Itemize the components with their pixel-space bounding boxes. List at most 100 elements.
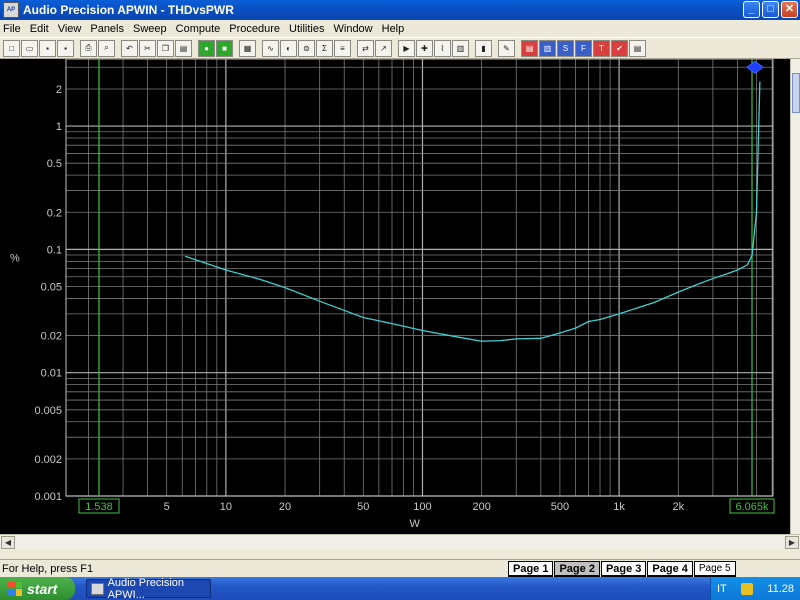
toolbar-separator — [234, 40, 238, 57]
menu-procedure[interactable]: Procedure — [229, 23, 280, 35]
y-axis-label: % — [10, 252, 20, 264]
toolbar-separator — [393, 40, 397, 57]
scroll-right-arrow-icon[interactable]: ▶ — [785, 536, 799, 549]
system-tray: IT 11.28 — [710, 577, 800, 600]
bargraph-icon[interactable]: ▮ — [475, 39, 492, 57]
toolbar-separator — [75, 40, 79, 57]
check-icon[interactable]: ✔ — [611, 39, 628, 57]
status-bar: For Help, press F1 Page 1 Page 2 Page 3 Pag… — [0, 559, 800, 577]
speaker-icon[interactable] — [741, 582, 754, 595]
toolbar-separator — [352, 40, 356, 57]
menu-utilities[interactable]: Utilities — [289, 23, 324, 35]
page-tab-2[interactable]: Page 2 — [554, 561, 600, 577]
page-tab-1[interactable]: Page 1 — [508, 561, 554, 577]
save-all-icon[interactable]: ▪ — [57, 39, 74, 57]
undo-icon[interactable]: ↶ — [121, 39, 138, 57]
clock: 11.28 — [767, 582, 794, 595]
data-icon[interactable]: ▥ — [452, 39, 469, 57]
ap-app-icon — [91, 582, 104, 595]
x-tick-label: 200 — [472, 501, 490, 513]
copy-icon[interactable]: ❐ — [157, 39, 174, 57]
windows-flag-icon — [8, 581, 22, 596]
menu-file[interactable]: File — [3, 23, 21, 35]
menu-compute[interactable]: Compute — [176, 23, 221, 35]
status-message: For Help, press F1 — [2, 563, 94, 575]
stop-icon[interactable]: ■ — [216, 39, 233, 57]
open-icon[interactable]: ▭ — [21, 39, 38, 57]
scroll-left-arrow-icon[interactable]: ◀ — [1, 536, 15, 549]
regulation-icon[interactable]: ✚ — [416, 39, 433, 57]
taskbar: start Audio Precision APWI... IT 11.28 — [0, 577, 800, 600]
generator-icon[interactable]: ∿ — [262, 39, 279, 57]
toolbar-separator — [193, 40, 197, 57]
save-icon[interactable]: ▪ — [39, 39, 56, 57]
x-tick-label: 1k — [613, 501, 625, 513]
plot-frame — [65, 59, 774, 497]
language-indicator[interactable]: IT — [717, 583, 727, 595]
menu-window[interactable]: Window — [334, 23, 373, 35]
cut-icon[interactable]: ✂ — [139, 39, 156, 57]
taskbar-item-apwin[interactable]: Audio Precision APWI... — [86, 576, 211, 600]
paste-icon[interactable]: ▤ — [175, 39, 192, 57]
toolbar-separator — [470, 40, 474, 57]
analyzer-icon[interactable]: ◐ — [280, 39, 297, 57]
y-tick-label: 0.005 — [34, 405, 62, 417]
new-icon[interactable]: □ — [3, 39, 20, 57]
maximize-button[interactable]: □ — [762, 1, 779, 18]
x-tick-label: 100 — [413, 501, 431, 513]
start-button[interactable]: start — [0, 577, 75, 600]
go-icon[interactable]: ● — [198, 39, 215, 57]
x-tick-label: 500 — [551, 501, 569, 513]
menu-edit[interactable]: Edit — [30, 23, 49, 35]
page-tab-3[interactable]: Page 3 — [600, 561, 647, 577]
x-tick-label: 20 — [279, 501, 291, 513]
menu-view[interactable]: View — [58, 23, 82, 35]
ap-app-icon[interactable]: AP — [3, 2, 19, 18]
left-cursor-readout: 1.538 — [85, 501, 113, 513]
vertical-scrollbar[interactable] — [790, 59, 800, 534]
y-tick-label: 2 — [56, 84, 62, 96]
app-window: AP Audio Precision APWIN - THDvsPWR _ □ … — [0, 0, 800, 600]
fft-icon[interactable]: F — [575, 39, 592, 57]
page-tab-5[interactable]: Page 5 — [693, 561, 736, 577]
toolbar-separator — [116, 40, 120, 57]
print-preview-icon[interactable]: ⌕ — [98, 39, 115, 57]
start-label: start — [27, 580, 58, 597]
close-button[interactable]: ✕ — [781, 1, 798, 18]
filter-icon[interactable]: ▦ — [239, 39, 256, 57]
right-cursor-readout: 6.065k — [735, 501, 769, 513]
title-bar[interactable]: AP Audio Precision APWIN - THDvsPWR _ □ … — [0, 0, 800, 20]
tracking-icon[interactable]: ↗ — [375, 39, 392, 57]
print-icon[interactable]: ⎙ — [80, 39, 97, 57]
graph-page-icon[interactable]: ▤ — [521, 39, 538, 57]
menu-panels[interactable]: Panels — [90, 23, 124, 35]
window-title: Audio Precision APWIN - THDvsPWR — [23, 3, 234, 17]
menu-help[interactable]: Help — [382, 23, 405, 35]
switcher-icon[interactable]: ⊜ — [298, 39, 315, 57]
window-controls: _ □ ✕ — [743, 1, 798, 18]
y-tick-label: 0.5 — [47, 158, 62, 170]
edit-icon[interactable]: ✎ — [498, 39, 515, 57]
graph-panel[interactable]: 210.50.20.10.050.020.010.0050.0020.00125… — [0, 59, 790, 534]
x-tick-label: 10 — [220, 501, 232, 513]
x-tick-label: 50 — [357, 501, 369, 513]
vertical-scroll-thumb[interactable] — [792, 73, 800, 113]
minimize-button[interactable]: _ — [743, 1, 760, 18]
cursor-marker-icon[interactable] — [746, 60, 764, 74]
report-icon[interactable]: ▤ — [629, 39, 646, 57]
snr-icon[interactable]: S — [557, 39, 574, 57]
menu-sweep[interactable]: Sweep — [133, 23, 167, 35]
taskbar-item-label: Audio Precision APWI... — [107, 576, 185, 600]
graph-icon[interactable]: ⌇ — [434, 39, 451, 57]
spectrum-icon[interactable]: ▥ — [539, 39, 556, 57]
x-tick-label: 2k — [672, 501, 684, 513]
sweep-icon[interactable]: ⇄ — [357, 39, 374, 57]
thd-vs-power-chart[interactable]: 210.50.20.10.050.020.010.0050.0020.00125… — [0, 59, 790, 534]
page-tab-4[interactable]: Page 4 — [647, 561, 693, 577]
dcx-icon[interactable]: Σ — [316, 39, 333, 57]
thd-icon[interactable]: T — [593, 39, 610, 57]
sweep-settings-icon[interactable]: ▶ — [398, 39, 415, 57]
y-tick-label: 0.2 — [47, 207, 62, 219]
stat-icon[interactable]: ≡ — [334, 39, 351, 57]
horizontal-scrollbar[interactable]: ◀ ▶ — [0, 534, 800, 550]
